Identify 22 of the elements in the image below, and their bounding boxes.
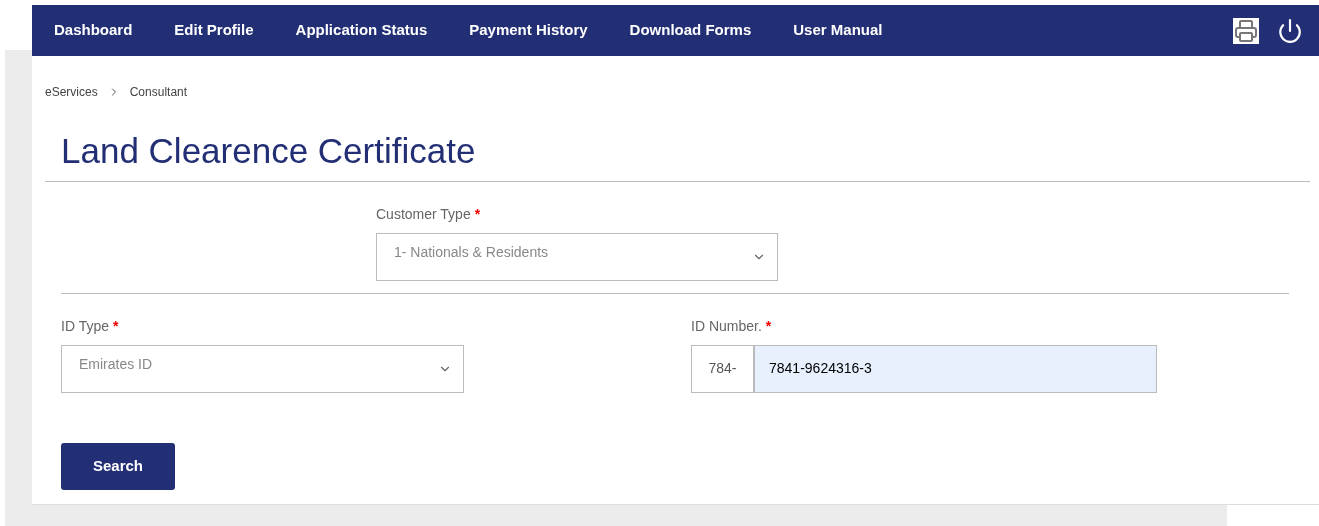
nav-link[interactable]: Edit Profile	[174, 19, 254, 42]
customer-type-select[interactable]: 1- Nationals & Residents	[376, 232, 778, 281]
search-button[interactable]: Search	[61, 442, 175, 490]
nav-link[interactable]: User Manual	[793, 19, 883, 42]
nav-link[interactable]: Dashboard	[54, 19, 133, 42]
nav-link[interactable]: Download Forms	[629, 19, 752, 42]
page-title: Land Clearence Certificate	[61, 130, 477, 172]
id-number-field[interactable]: 7841-9624316-3	[754, 344, 1157, 393]
print-icon[interactable]	[1233, 17, 1259, 44]
breadcrumb-link[interactable]: eServices	[45, 83, 98, 101]
breadcrumb-link[interactable]: Consultant	[129, 83, 188, 101]
field-label: ID Type	[61, 316, 109, 336]
field-label: ID Number.	[691, 316, 762, 336]
nav-link[interactable]: Application Status	[295, 19, 428, 42]
nav-link[interactable]: Payment History	[469, 19, 588, 42]
required-mark: *	[474, 204, 481, 224]
power-icon[interactable]	[1277, 17, 1303, 44]
required-mark: *	[113, 316, 119, 336]
id-prefix: 784-	[691, 344, 754, 393]
id-type-select[interactable]: Emirates ID	[61, 344, 464, 393]
field-label: Customer Type	[376, 204, 471, 224]
required-mark: *	[765, 316, 772, 336]
